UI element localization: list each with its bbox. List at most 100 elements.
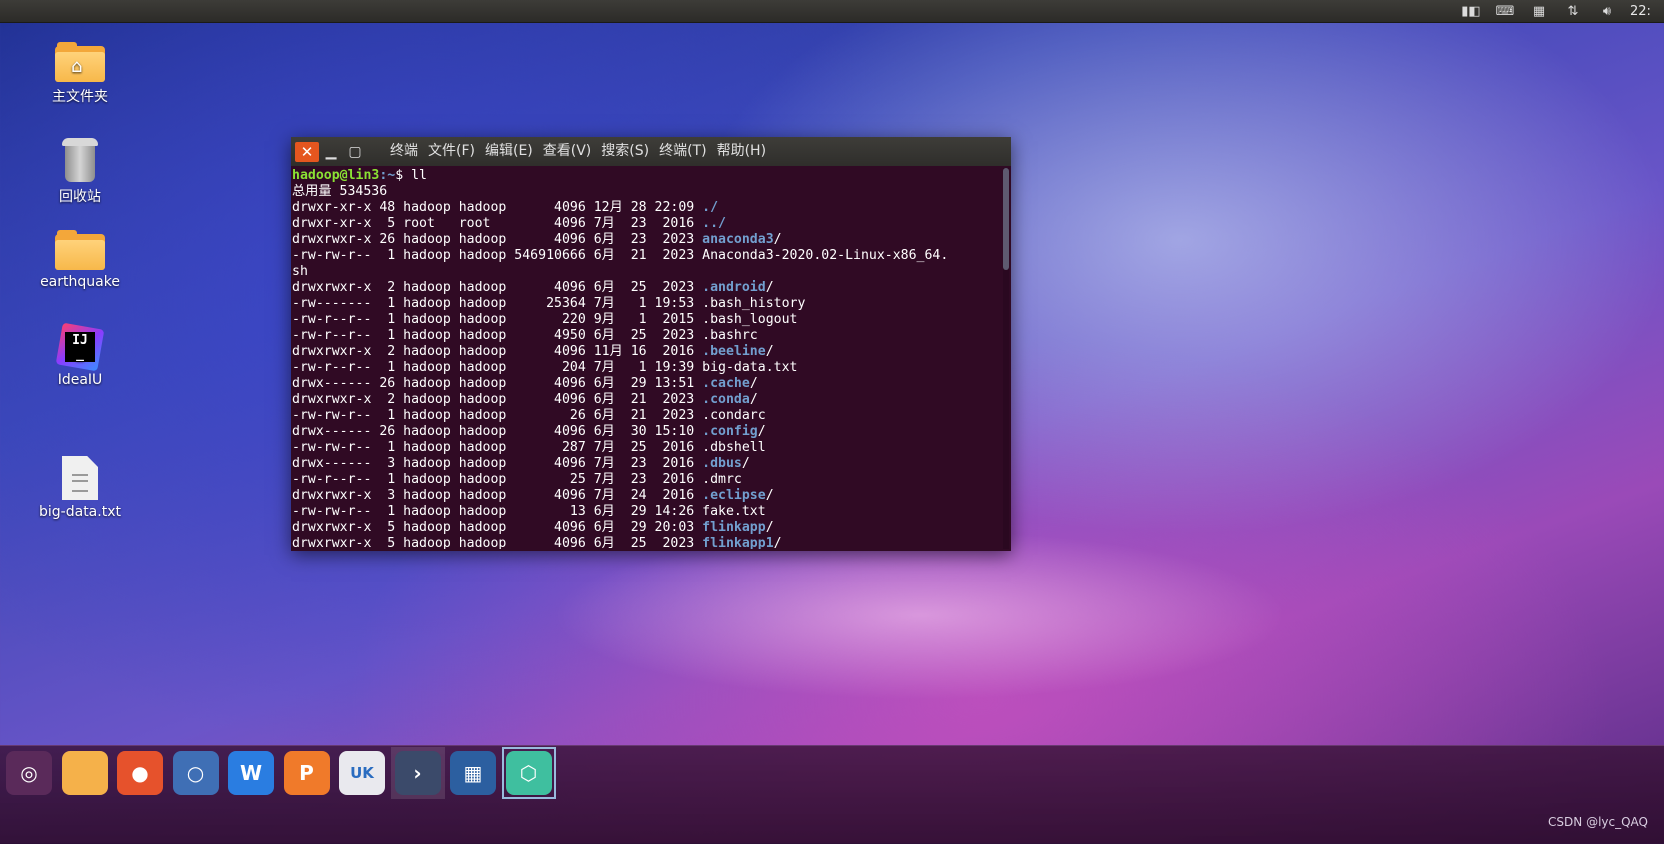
desktop-icon-label: IdeaIU	[57, 372, 103, 388]
ls-dir-suffix: /	[741, 456, 750, 471]
clock[interactable]: 22:	[1630, 4, 1660, 19]
ls-row: -rw-r--r-- 1 hadoop hadoop 220 9月 1 2015…	[292, 312, 998, 328]
ls-dir-name: flinkapp1	[702, 536, 774, 549]
ls-row: sh	[292, 264, 998, 280]
terminal-scrollbar[interactable]	[1003, 168, 1009, 549]
keyboard-icon[interactable]: ⌨	[1494, 2, 1516, 20]
ls-row-meta: drwxrwxr-x 2 hadoop hadoop 4096 11月 16 2…	[292, 344, 703, 359]
terminal-output[interactable]: hadoop@lin3:~$ ll 总用量 534536 drwxr-xr-x …	[292, 168, 998, 549]
desktop-icon-big-data-txt[interactable]: big-data.txt	[30, 456, 130, 520]
menu-view[interactable]: 查看(V)	[538, 137, 597, 166]
chromium-icon: ○	[172, 751, 219, 795]
prompt-line: hadoop@lin3:~$ ll	[292, 168, 998, 184]
desktop-icon-ideaiu[interactable]: IJ _ IdeaIU	[30, 322, 130, 388]
launcher-item-terminal[interactable]: ›	[390, 747, 445, 799]
ls-row: -rw-r--r-- 1 hadoop hadoop 25 7月 23 2016…	[292, 472, 998, 488]
launcher-item-ubuntu-dash[interactable]: ◎	[2, 747, 56, 799]
menu-edit[interactable]: 编辑(E)	[480, 137, 538, 166]
network-icon[interactable]: ▮◧	[1460, 2, 1482, 20]
launcher-item-files[interactable]	[58, 747, 112, 799]
terminal-window[interactable]: ✕ ▁ ▢ 终端 文件(F) 编辑(E) 查看(V) 搜索(S) 终端(T) 帮…	[291, 137, 1011, 551]
ls-row-meta: -rw-rw-r-- 1 hadoop hadoop 287 7月 25 201…	[292, 440, 703, 455]
ls-row: drwxrwxr-x 5 hadoop hadoop 4096 6月 29 20…	[292, 520, 998, 536]
ls-file-name: .bash_logout	[702, 312, 798, 327]
terminal-titlebar[interactable]: ✕ ▁ ▢ 终端 文件(F) 编辑(E) 查看(V) 搜索(S) 终端(T) 帮…	[291, 137, 1011, 166]
volume-icon[interactable]: 🔊︎	[1596, 2, 1618, 20]
menu-search[interactable]: 搜索(S)	[596, 137, 654, 166]
ls-row: -rw-rw-r-- 1 hadoop hadoop 546910666 6月 …	[292, 248, 998, 264]
wps-writer-icon: W	[228, 751, 274, 795]
ls-file-name: .bashrc	[702, 328, 758, 343]
launcher-item-shadowsocks[interactable]: ⬡	[501, 747, 556, 799]
scrollbar-thumb[interactable]	[1003, 168, 1009, 270]
ls-dir-name: .dbus	[702, 456, 742, 471]
ls-row: drwxrwxr-x 3 hadoop hadoop 4096 7月 24 20…	[292, 488, 998, 504]
ls-dir-name: anaconda3	[702, 232, 774, 247]
ls-row: -rw------- 1 hadoop hadoop 25364 7月 1 19…	[292, 296, 998, 312]
ls-dir-suffix: /	[757, 424, 766, 439]
ls-file-name: sh	[292, 264, 308, 279]
desktop-icon-trash[interactable]: 回收站	[30, 138, 130, 206]
ls-dir-name: .conda	[702, 392, 750, 407]
ls-row-meta: drwxrwxr-x 5 hadoop hadoop 4096 6月 25 20…	[292, 536, 703, 549]
maximize-button[interactable]: ▢	[343, 142, 367, 162]
ls-row-meta: drwxr-xr-x 5 root root 4096 7月 23 2016	[292, 216, 703, 231]
ls-row: drwxrwxr-x 26 hadoop hadoop 4096 6月 23 2…	[292, 232, 998, 248]
ls-row: drwx------ 26 hadoop hadoop 4096 6月 29 1…	[292, 376, 998, 392]
text-file-icon	[62, 456, 98, 500]
watermark: CSDN @lyc_QAQ	[1548, 815, 1648, 829]
desktop-icon-earthquake[interactable]: earthquake	[30, 230, 130, 290]
ls-file-name: .condarc	[702, 408, 766, 423]
network-transfer-icon[interactable]: ⇅	[1562, 2, 1584, 20]
launcher-item-workspace-switcher[interactable]: ▦	[446, 747, 500, 799]
launcher-item-wps-presentation[interactable]: P	[280, 747, 334, 799]
system-tray: ▮◧ ⌨ ▦ ⇅ 🔊︎ 22:	[1460, 0, 1664, 22]
ls-dir-suffix: /	[749, 376, 758, 391]
ls-dir-name: ../	[702, 216, 726, 231]
ls-dir-name: .eclipse	[702, 488, 766, 503]
files-folder-icon	[61, 751, 108, 795]
close-button[interactable]: ✕	[295, 141, 319, 162]
menu-terminal-app[interactable]: 终端	[385, 137, 423, 166]
ls-row: drwxr-xr-x 5 root root 4096 7月 23 2016 .…	[292, 216, 998, 232]
ls-row-meta: drwxrwxr-x 2 hadoop hadoop 4096 6月 25 20…	[292, 280, 703, 295]
prompt-user: hadoop@lin3	[292, 168, 380, 183]
ls-row: -rw-rw-r-- 1 hadoop hadoop 287 7月 25 201…	[292, 440, 998, 456]
minimize-button[interactable]: ▁	[319, 142, 343, 162]
ls-row-meta: drwxrwxr-x 26 hadoop hadoop 4096 6月 23 2…	[292, 232, 703, 247]
ls-row-meta: drwx------ 26 hadoop hadoop 4096 6月 30 1…	[292, 424, 703, 439]
ls-row: -rw-r--r-- 1 hadoop hadoop 204 7月 1 19:3…	[292, 360, 998, 376]
menu-terminal[interactable]: 终端(T)	[654, 137, 711, 166]
ls-dir-name: .android	[702, 280, 766, 295]
top-panel: ▮◧ ⌨ ▦ ⇅ 🔊︎ 22:	[0, 0, 1664, 23]
desktop-icon-label: earthquake	[40, 274, 120, 290]
prompt-command: $ ll	[395, 168, 427, 183]
ls-dir-suffix: /	[749, 392, 758, 407]
trash-icon	[62, 138, 98, 182]
vpn-shield-icon: ⬡	[505, 751, 552, 795]
ls-row: drwxr-xr-x 48 hadoop hadoop 4096 12月 28 …	[292, 200, 998, 216]
ls-file-name: big-data.txt	[702, 360, 798, 375]
ls-file-name: fake.txt	[702, 504, 766, 519]
ls-row: drwxrwxr-x 2 hadoop hadoop 4096 6月 25 20…	[292, 280, 998, 296]
ls-row-meta: -rw-rw-r-- 1 hadoop hadoop 546910666 6月 …	[292, 248, 703, 263]
ls-row: drwx------ 26 hadoop hadoop 4096 6月 30 1…	[292, 424, 998, 440]
ls-row-meta: -rw-r--r-- 1 hadoop hadoop 204 7月 1 19:3…	[292, 360, 703, 375]
desktop-icon-home-folder[interactable]: ⌂ 主文件夹	[30, 42, 130, 106]
launcher-item-chromium[interactable]: ○	[169, 747, 223, 799]
desktop-icon-label: 回收站	[59, 189, 101, 205]
launcher-item-wps-writer[interactable]: W	[224, 747, 278, 799]
ls-dir-name: .cache	[702, 376, 750, 391]
ls-dir-name: flinkapp	[702, 520, 766, 535]
ls-dir-name: .beeline	[702, 344, 766, 359]
terminal-menubar: 终端 文件(F) 编辑(E) 查看(V) 搜索(S) 终端(T) 帮助(H)	[385, 137, 771, 166]
launcher-item-ubuntu-kylin-store[interactable]: UK	[335, 747, 389, 799]
launcher-item-firefox[interactable]: ●	[113, 747, 167, 799]
menu-file[interactable]: 文件(F)	[423, 137, 480, 166]
ls-file-name: .dbshell	[702, 440, 766, 455]
ls-row: drwx------ 3 hadoop hadoop 4096 7月 23 20…	[292, 456, 998, 472]
calendar-icon[interactable]: ▦	[1528, 2, 1550, 20]
intellij-idea-icon: IJ _	[55, 322, 105, 372]
menu-help[interactable]: 帮助(H)	[712, 137, 771, 166]
ls-row: -rw-rw-r-- 1 hadoop hadoop 26 6月 21 2023…	[292, 408, 998, 424]
